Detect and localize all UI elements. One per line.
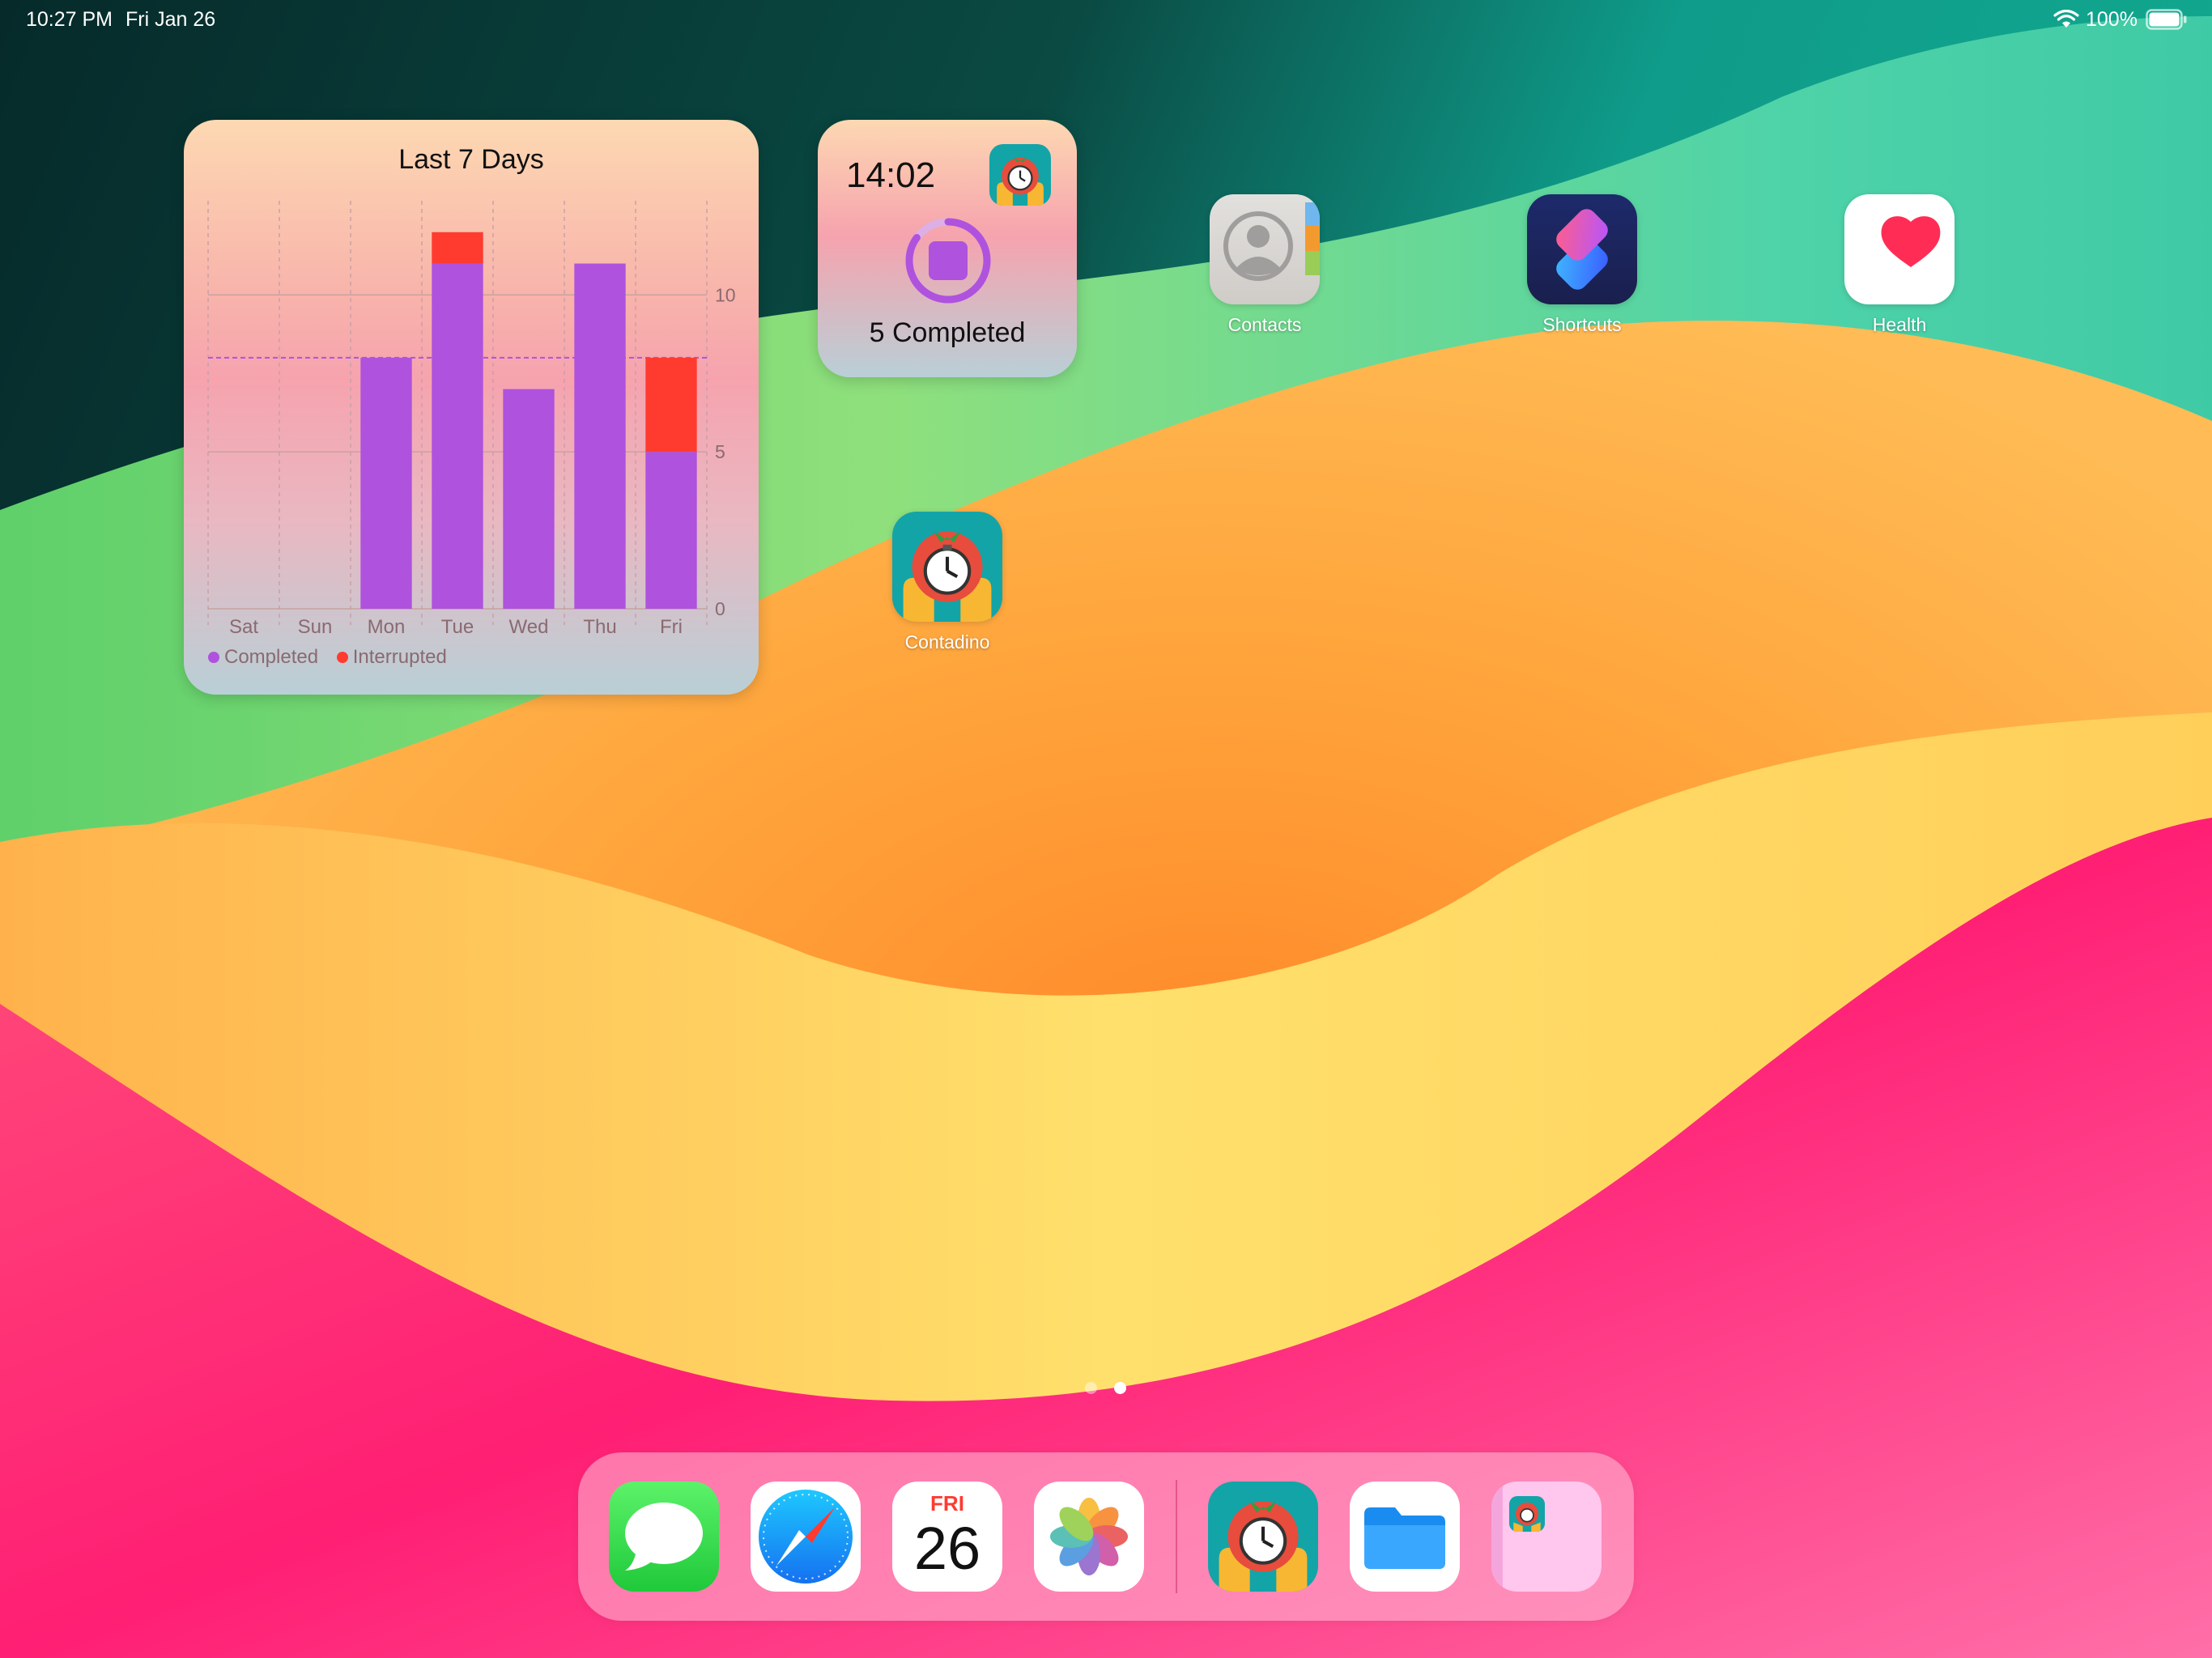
safari-icon[interactable] (751, 1482, 861, 1592)
x-tick-label-tue: Tue (441, 616, 474, 638)
bar-tue-interrupted (432, 232, 483, 264)
recent-contadino-mini-icon (1509, 1496, 1545, 1532)
y-tick-label-2: 10 (715, 284, 736, 305)
wifi-icon (2053, 10, 2079, 28)
last-7-days-widget[interactable]: Last 7 Days 0 5 10 Sat Sun Mon Tue Wed Thu Fri Co… (184, 120, 759, 695)
x-tick-label-mon: Mon (368, 616, 406, 638)
bar-chart: 0 5 10 Sat Sun Mon Tue Wed Thu Fri (207, 201, 736, 638)
health-icon (1844, 194, 1955, 304)
bar-fri-interrupted (645, 357, 697, 453)
contacts-icon (1210, 194, 1320, 304)
y-tick-label-0: 0 (715, 598, 725, 619)
app-contacts[interactable]: Contacts (1208, 194, 1321, 336)
status-time: 10:27 PM (26, 8, 113, 31)
files-icon[interactable] (1350, 1482, 1460, 1592)
y-tick-label-1: 5 (715, 441, 725, 462)
legend-completed-label: Completed (224, 646, 319, 668)
photos-icon[interactable] (1034, 1482, 1144, 1592)
completed-count: 5 Completed (869, 317, 1026, 348)
chart-legend: Completed Interrupted (208, 646, 447, 669)
x-tick-label-fri: Fri (660, 616, 683, 638)
x-tick-label-sat: Sat (229, 616, 258, 638)
bar-wed-completed (503, 389, 555, 609)
contadino-dock-icon[interactable] (1208, 1482, 1318, 1592)
calendar-day: FRI (930, 1491, 964, 1516)
dock-divider (1176, 1480, 1177, 1593)
timer-widget[interactable]: 14:02 5 Completed (818, 120, 1077, 377)
bar-fri-completed (645, 452, 697, 609)
stop-icon[interactable] (929, 241, 968, 280)
x-tick-label-sun: Sun (298, 616, 333, 638)
shortcuts-icon (1527, 194, 1637, 304)
recent-folder-edge (1491, 1482, 1503, 1592)
page-dot-2[interactable] (1114, 1382, 1126, 1394)
legend-interrupted-marker (336, 652, 348, 663)
bar-thu-completed (574, 263, 626, 609)
app-shortcuts[interactable]: Shortcuts (1525, 194, 1639, 336)
legend-completed-marker (208, 652, 219, 663)
battery-percentage: 100% (2086, 8, 2138, 31)
calendar-date: 26 (913, 1515, 981, 1582)
recent-folder-icon[interactable] (1491, 1482, 1602, 1592)
messages-icon[interactable] (609, 1482, 719, 1592)
contadino-small-icon (989, 144, 1051, 206)
dock: FRI 26 (578, 1452, 1634, 1621)
calendar-icon[interactable]: FRI 26 (892, 1482, 1002, 1592)
app-health[interactable]: Health (1843, 194, 1956, 336)
contacts-label: Contacts (1227, 314, 1302, 335)
contadino-label: Contadino (904, 631, 990, 653)
bar-tue-completed (432, 263, 483, 609)
shortcuts-label: Shortcuts (1542, 314, 1622, 335)
app-contadino[interactable]: Contadino (891, 512, 1004, 653)
x-tick-label-wed: Wed (509, 616, 549, 638)
health-label: Health (1872, 314, 1927, 335)
x-tick-label-thu: Thu (583, 616, 616, 638)
timer-time: 14:02 (846, 155, 936, 195)
contadino-icon (892, 512, 1002, 622)
page-dot-1[interactable] (1085, 1382, 1097, 1394)
status-date: Fri Jan 26 (125, 8, 216, 31)
legend-interrupted-label: Interrupted (352, 646, 447, 668)
bar-mon-completed (360, 357, 412, 609)
battery-icon (2146, 9, 2187, 30)
